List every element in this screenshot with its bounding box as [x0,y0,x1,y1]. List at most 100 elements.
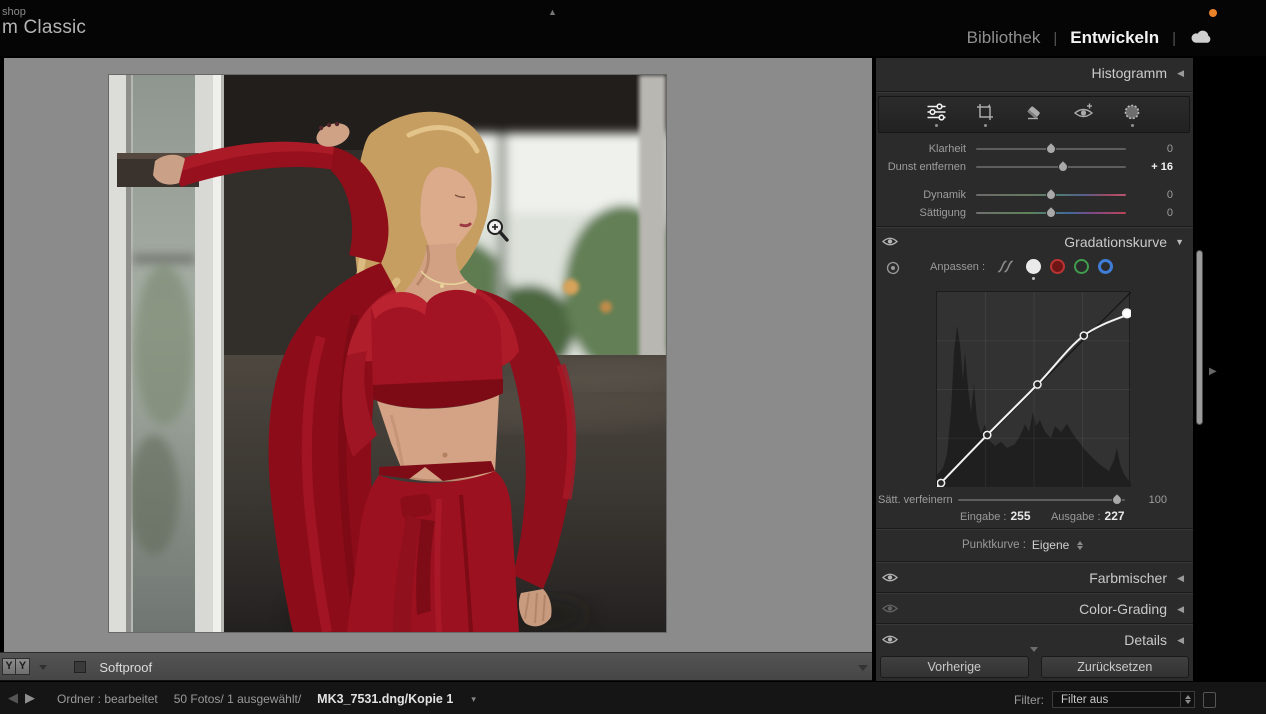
bottom-toolbar: Y Y Softproof [0,652,872,681]
panel-title: Details [1124,632,1167,648]
blue-channel-button[interactable] [1098,259,1113,274]
point-curve-row: Punktkurve : Eigene [962,532,1083,558]
toolbar-collapse-icon[interactable] [858,665,868,671]
divider [876,561,1193,563]
softproof-label: Softproof [99,660,152,675]
slider-label: Sättigung [878,207,966,219]
panel-end-marker-icon [1030,647,1038,652]
red-eye-tool[interactable] [1072,103,1094,132]
panel-scrollbar-thumb[interactable] [1196,250,1203,425]
crop-tool[interactable] [974,103,996,132]
tool-active-dot [1131,124,1134,127]
slider-track[interactable] [976,160,1126,174]
filter-select-value: Filter aus [1053,694,1180,706]
panel-eye-icon[interactable] [882,572,898,583]
app-logo: shop m Classic [2,6,86,39]
filter-select[interactable]: Filter aus [1052,691,1195,708]
output-label: Ausgabe : [1051,511,1101,523]
top-panel-collapse-arrow-icon[interactable]: ▲ [548,7,557,17]
curve-point[interactable] [1080,332,1087,339]
filmstrip-bar: ◀ ▶ Ordner : bearbeitet 50 Fotos/ 1 ausg… [0,681,1266,714]
color-grading-panel-header[interactable]: Color-Grading ◀ [876,596,1193,622]
next-photo-arrow-icon[interactable]: ▶ [25,690,35,706]
filename-caret-icon[interactable]: ▾ [471,694,476,705]
filter-lock-toggle-icon[interactable] [1203,692,1216,708]
panel-eye-icon[interactable] [882,236,898,247]
input-label: Eingabe : [960,511,1006,523]
tool-active-dot [935,124,938,127]
curve-input-output-row: Eingabe :255 Ausgabe :227 [960,509,1129,523]
slider-thumb[interactable] [1110,493,1124,507]
panel-title: Color-Grading [1079,601,1167,617]
develop-right-panel: Histogramm ◀ [876,58,1193,681]
logo-line2: m Classic [2,18,86,39]
slider-value: 0 [1126,207,1177,219]
slider-value: 0 [1126,143,1177,155]
module-entwickeln[interactable]: Entwickeln [1070,28,1159,48]
filename-label[interactable]: MK3_7531.dng/Kopie 1 [317,692,453,706]
photo-canvas[interactable] [109,75,666,632]
green-channel-button[interactable] [1074,259,1089,274]
refine-saturation-row: Sätt. verfeinern 100 [878,492,1191,508]
masking-tool[interactable] [1121,103,1143,132]
slider-dynamik: Dynamik 0 [878,186,1191,203]
notification-dot [1209,9,1217,17]
point-curve-label: Punktkurve : [962,539,1026,551]
curve-point[interactable] [1034,381,1041,388]
targeted-adjustment-icon[interactable] [886,261,900,275]
compare-view-buttons[interactable]: Y Y [2,658,30,675]
slider-track[interactable] [976,142,1126,156]
compare-view-button[interactable]: Y [16,658,30,675]
slider-value: 0 [1126,189,1177,201]
tone-curve-graph[interactable] [936,291,1130,486]
cloud-sync-icon[interactable] [1189,28,1214,50]
folder-label: Ordner : bearbeitet [57,692,158,706]
top-bar: shop m Classic ▲ Bibliothek | Entwickeln… [0,0,1266,58]
parametric-curve-icon[interactable] [996,259,1017,274]
view-options-caret-icon[interactable] [39,665,47,670]
slider-thumb[interactable] [1044,187,1058,201]
tool-strip [878,96,1190,133]
slider-thumb[interactable] [1056,159,1070,173]
previous-button[interactable]: Vorherige [880,656,1029,678]
workspace: Y Y Softproof Histogramm ◀ [0,58,1266,681]
module-bibliothek[interactable]: Bibliothek [967,28,1041,48]
loupe-view-button[interactable]: Y [2,658,16,675]
adjust-label: Anpassen : [930,261,985,273]
slider-dunst-entfernen: Dunst entfernen + 16 [878,158,1191,175]
output-value: 227 [1105,509,1125,523]
divider [876,623,1193,625]
reset-button[interactable]: Zurücksetzen [1041,656,1190,678]
edit-basic-adjustments-tool[interactable] [925,103,947,132]
stepper-icon[interactable] [1077,541,1083,550]
farbmischer-panel-header[interactable]: Farbmischer ◀ [876,565,1193,591]
point-curve-select[interactable]: Eigene [1032,538,1069,552]
curve-point[interactable] [984,431,991,438]
red-channel-button[interactable] [1050,259,1065,274]
collapse-left-icon: ◀ [1177,573,1184,584]
slider-thumb[interactable] [1044,205,1058,219]
filter-label: Filter: [1014,693,1044,707]
tone-curve-panel-header[interactable]: Gradationskurve ▼ [876,229,1193,255]
collapse-down-icon: ▼ [1175,237,1184,247]
divider [876,226,1193,228]
curve-adjust-row: Anpassen : [876,255,1193,285]
slider-thumb[interactable] [1044,141,1058,155]
healing-tool[interactable] [1023,103,1045,132]
tool-active-dot [984,124,987,127]
slider-track[interactable] [976,206,1126,220]
previous-photo-arrow-icon[interactable]: ◀ [8,690,18,706]
curve-point-selected[interactable] [1123,309,1131,318]
slider-value: 100 [1125,494,1171,506]
photo-count-label: 50 Fotos/ 1 ausgewählt/ [174,692,301,706]
right-edge-show-panel-icon[interactable]: ▶ [1209,366,1217,377]
curve-point[interactable] [937,479,944,486]
slider-track[interactable] [958,493,1125,507]
point-curve-button[interactable] [1026,259,1041,274]
softproof-checkbox[interactable] [74,661,86,673]
histogram-panel-header[interactable]: Histogramm ◀ [876,60,1193,86]
panel-eye-icon[interactable] [882,603,898,614]
panel-eye-icon[interactable] [882,634,898,645]
slider-track[interactable] [976,188,1126,202]
lightroom-window: shop m Classic ▲ Bibliothek | Entwickeln… [0,0,1266,714]
